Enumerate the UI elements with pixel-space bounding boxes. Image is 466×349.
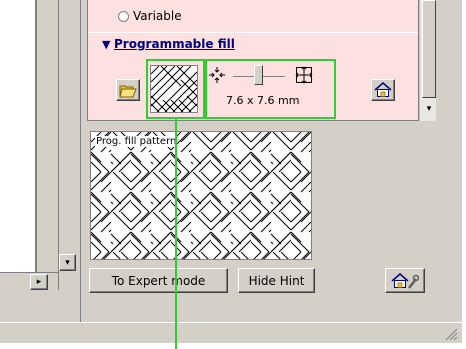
home-button[interactable]: [371, 79, 395, 101]
left-pane-divider: [36, 0, 37, 272]
variable-label: Variable: [133, 9, 182, 23]
home-icon: [374, 82, 392, 97]
scroll-right-button[interactable]: ▸: [30, 274, 48, 290]
divider-2: [80, 0, 81, 322]
hide-hint-button[interactable]: Hide Hint: [238, 268, 315, 293]
scroll-down-button[interactable]: ▾: [59, 254, 76, 271]
home-wrench-icon: [391, 272, 419, 289]
callout-line: [175, 119, 177, 349]
left-vscroll[interactable]: ▾: [58, 0, 76, 272]
expert-mode-button[interactable]: To Expert mode: [89, 268, 228, 293]
left-hscroll[interactable]: ▸: [0, 272, 58, 290]
section-title[interactable]: Programmable fill: [114, 37, 235, 51]
open-pattern-button[interactable]: [116, 79, 140, 101]
left-pane: [0, 0, 36, 272]
settings-button[interactable]: [385, 268, 425, 293]
pattern-caption: Prog. fill pattern: [95, 136, 178, 147]
panel-scroll-down-button[interactable]: ▾: [422, 104, 436, 118]
panel-vscroll[interactable]: ▾: [419, 0, 436, 121]
callout-highlight-thumbnail: [146, 59, 205, 119]
weave-pattern-image: [91, 132, 311, 259]
separator: [88, 32, 418, 33]
scroll-thumb[interactable]: [422, 0, 436, 98]
divider: [58, 0, 59, 290]
size-grip-icon[interactable]: [444, 327, 458, 341]
variable-radio[interactable]: [118, 11, 129, 22]
status-bar: [0, 322, 462, 343]
callout-highlight-size: [205, 59, 336, 119]
collapse-icon[interactable]: ▼: [102, 38, 110, 51]
pattern-preview: Prog. fill pattern: [90, 131, 312, 260]
folder-open-icon: [119, 85, 137, 98]
